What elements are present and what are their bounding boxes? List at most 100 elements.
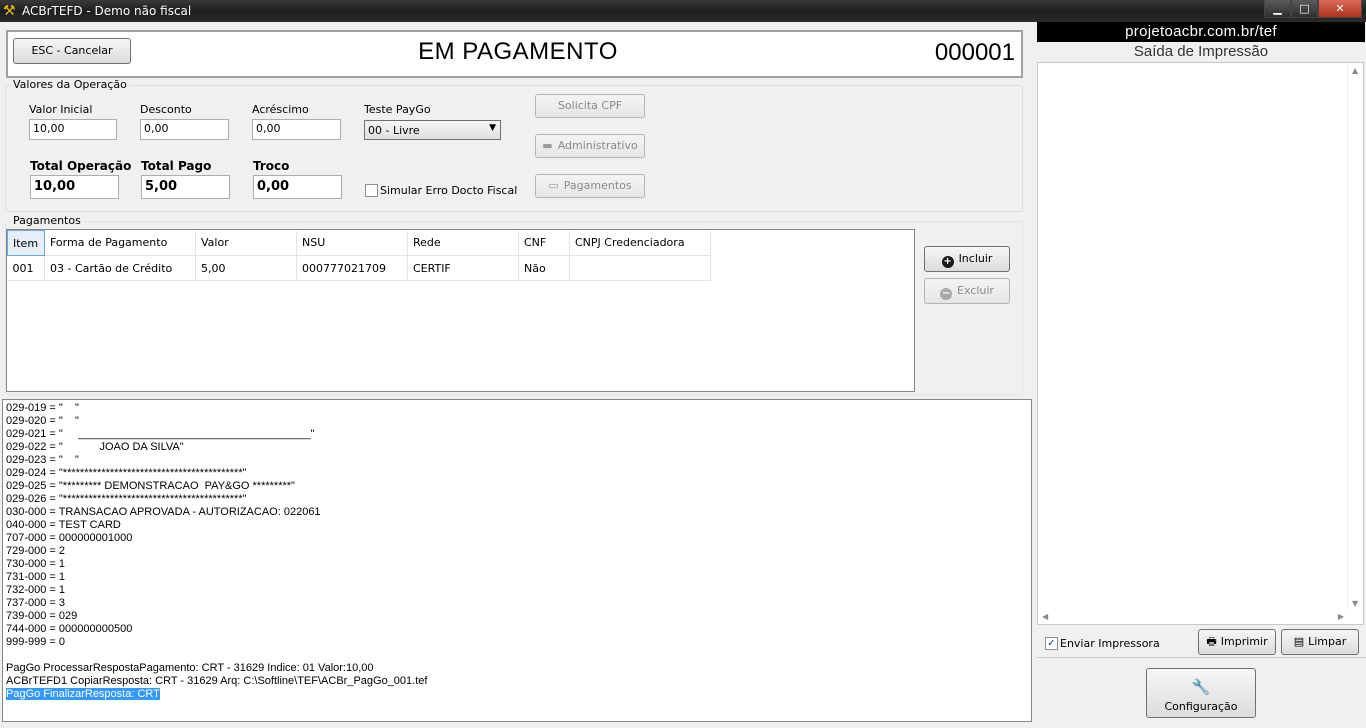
excluir-label: Excluir <box>957 284 994 297</box>
desconto-input[interactable]: 0,00 <box>140 119 229 140</box>
column-header[interactable]: Valor <box>195 230 297 256</box>
minimize-icon[interactable]: ▁ <box>1264 0 1291 18</box>
log-line: 730-000 = 1 <box>6 558 66 570</box>
simular-erro-checkbox[interactable] <box>365 184 378 197</box>
log-line: 029-020 = " " <box>6 415 79 427</box>
printer-icon: 🖶 <box>1206 635 1217 648</box>
column-header[interactable]: NSU <box>296 230 408 256</box>
log-line: 732-000 = 1 <box>6 584 66 596</box>
incluir-label: Incluir <box>958 252 993 265</box>
payments-table: Item Forma de Pagamento Valor NSU Rede C… <box>7 230 711 281</box>
divider <box>1036 657 1366 658</box>
configuracao-button[interactable]: 🔧 Configuração <box>1146 668 1256 718</box>
window-title: ACBrTEFD - Demo não fiscal <box>22 4 192 18</box>
print-output-memo[interactable]: ▲ ▼ ◀ ▶ <box>1037 62 1364 625</box>
troco-field: 0,00 <box>253 175 342 199</box>
log-line: 040-000 = TEST CARD <box>6 519 121 531</box>
payments-header-row: Item Forma de Pagamento Valor NSU Rede C… <box>7 230 711 256</box>
operation-values-group: Valores da Operação Valor Inicial 10,00 … <box>5 78 1023 212</box>
total-operacao-label: Total Operação <box>30 159 132 173</box>
operation-number: 000001 <box>934 39 1015 66</box>
table-cell: 03 - Cartão de Crédito <box>44 255 196 281</box>
log-line: 029-024 = "*****************************… <box>6 467 247 479</box>
maximize-icon[interactable]: □ <box>1291 0 1318 18</box>
column-header[interactable]: Item <box>7 230 45 256</box>
wrench-icon: 🔧 <box>1191 677 1211 696</box>
log-line: PagGo ProcessarRespostaPagamento: CRT - … <box>6 662 374 674</box>
log-line: ACBrTEFD1 CopiarResposta: CRT - 31629 Ar… <box>6 675 428 687</box>
log-line: 737-000 = 3 <box>6 597 66 609</box>
print-output-title: Saída de Impressão <box>1133 43 1269 60</box>
window-controls: ▁ □ ✕ <box>1264 0 1362 19</box>
table-cell: 001 <box>7 255 45 281</box>
column-header[interactable]: Rede <box>407 230 519 256</box>
column-header[interactable]: CNF <box>518 230 570 256</box>
print-panel: projetoacbr.com.br/tef Saída de Impressã… <box>1036 22 1366 728</box>
chevron-down-icon: ▼ <box>489 123 496 133</box>
window-titlebar[interactable]: ⚒ ACBrTEFD - Demo não fiscal ▁ □ ✕ <box>0 0 1366 22</box>
scroll-left-icon[interactable]: ◀ <box>1042 612 1048 621</box>
scroll-up-icon[interactable]: ▲ <box>1352 66 1358 75</box>
log-line: 744-000 = 000000000500 <box>6 623 133 635</box>
log-line: 731-000 = 1 <box>6 571 66 583</box>
limpar-label: Limpar <box>1308 635 1347 648</box>
vertical-scrollbar[interactable]: ▲ ▼ <box>1347 63 1363 611</box>
total-operacao-field: 10,00 <box>30 175 119 199</box>
log-line: 029-023 = " " <box>6 454 79 466</box>
log-line: 029-025 = "********* DEMONSTRACAO PAY&GO… <box>6 480 295 492</box>
column-header[interactable]: Forma de Pagamento <box>44 230 196 256</box>
simular-erro-label: Simular Erro Docto Fiscal <box>380 184 518 197</box>
main-area: ESC - Cancelar EM PAGAMENTO 000001 Valor… <box>0 22 1036 728</box>
incluir-button[interactable]: + Incluir <box>924 246 1010 272</box>
enviar-impressora-label: Enviar Impressora <box>1060 637 1160 650</box>
payments-grid[interactable]: Item Forma de Pagamento Valor NSU Rede C… <box>6 229 915 392</box>
log-memo[interactable]: 029-019 = " " 029-020 = " " 029-021 = " __… <box>2 399 1032 722</box>
solicita-cpf-label: Solicita CPF <box>557 99 623 112</box>
app-icon: ⚒ <box>3 3 16 19</box>
excluir-button[interactable]: − Excluir <box>924 278 1010 304</box>
close-icon[interactable]: ✕ <box>1318 0 1362 18</box>
imprimir-label: Imprimir <box>1220 635 1268 648</box>
minus-circle-icon: − <box>940 288 953 300</box>
troco-label: Troco <box>253 159 290 173</box>
horizontal-scrollbar[interactable]: ◀ ▶ <box>1038 609 1348 624</box>
administrativo-button[interactable]: ▬ Administrativo <box>535 134 645 158</box>
acrescimo-label: Acréscimo <box>252 103 309 116</box>
card-icon: ▭ <box>548 179 559 192</box>
scroll-right-icon[interactable]: ▶ <box>1338 612 1344 621</box>
administrativo-label: Administrativo <box>557 139 638 152</box>
log-lines: 029-019 = " " 029-020 = " " 029-021 = " __… <box>6 402 1028 688</box>
enviar-impressora-checkbox[interactable]: ✓ <box>1045 637 1058 650</box>
pagamentos-button[interactable]: ▭ Pagamentos <box>535 174 645 198</box>
briefcase-icon: ▬ <box>542 139 553 152</box>
acrescimo-input[interactable]: 0,00 <box>252 119 341 140</box>
column-header[interactable]: CNPJ Credenciadora <box>569 230 711 256</box>
solicita-cpf-button[interactable]: Solicita CPF <box>535 94 645 118</box>
valor-inicial-input[interactable]: 10,00 <box>29 119 117 140</box>
table-row[interactable]: 001 03 - Cartão de Crédito 5,00 00077702… <box>7 255 711 281</box>
esc-cancel-button[interactable]: ESC - Cancelar <box>13 38 131 64</box>
imprimir-button[interactable]: 🖶 Imprimir <box>1198 629 1276 655</box>
operation-values-legend: Valores da Operação <box>11 78 129 91</box>
table-cell: 000777021709 <box>296 255 408 281</box>
log-line: 707-000 = 000000001000 <box>6 532 133 544</box>
log-line: 030-000 = TRANSACAO APROVADA - AUTORIZAC… <box>6 506 321 518</box>
payments-legend: Pagamentos <box>11 214 83 227</box>
teste-paygo-select[interactable]: 00 - Livre ▼ <box>364 120 501 140</box>
log-line: 029-019 = " " <box>6 402 79 414</box>
log-line: 029-022 = " JOAO DA SILVA" <box>6 441 184 453</box>
teste-paygo-label: Teste PayGo <box>364 103 431 116</box>
log-line: 739-000 = 029 <box>6 610 78 622</box>
table-cell: Não <box>518 255 570 281</box>
log-line: 029-026 = "*****************************… <box>6 493 247 505</box>
page-title: EM PAGAMENTO <box>418 38 618 65</box>
teste-paygo-value: 00 - Livre <box>368 124 420 137</box>
scroll-down-icon[interactable]: ▼ <box>1352 599 1358 608</box>
limpar-button[interactable]: ▤ Limpar <box>1281 629 1359 655</box>
project-url: projetoacbr.com.br/tef <box>1037 22 1365 42</box>
valor-inicial-label: Valor Inicial <box>29 103 93 116</box>
clear-icon: ▤ <box>1293 635 1305 648</box>
log-line: 029-021 = " ____________________________… <box>6 428 315 440</box>
desconto-label: Desconto <box>140 103 192 116</box>
